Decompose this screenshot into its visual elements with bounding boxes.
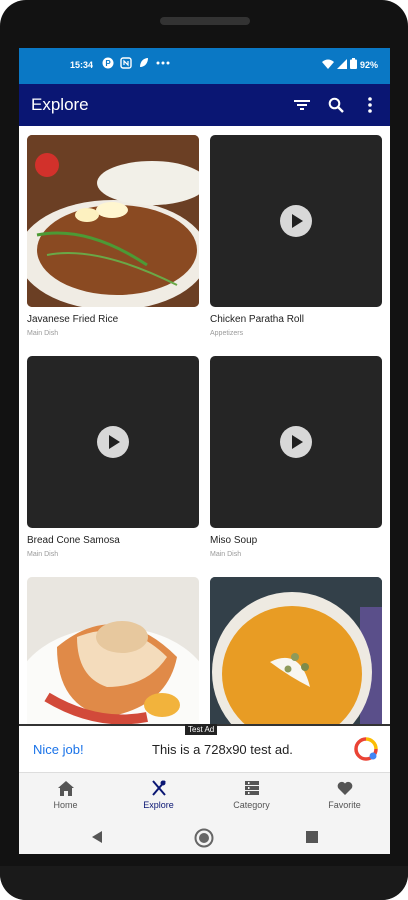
recipe-category: Appetizers (210, 330, 244, 337)
nav-label: Favorite (328, 800, 361, 810)
recipe-grid: Javanese Fried Rice Main Dish Chicken Pa… (19, 126, 390, 749)
recents-icon[interactable] (306, 830, 318, 848)
status-bar: 15:34 P 92% (19, 48, 390, 84)
bottom-nav: Home Explore Category Favorite (19, 772, 390, 823)
recipe-title: Bread Cone Samosa (27, 535, 120, 546)
battery-percent: 92% (359, 59, 378, 70)
nav-label: Home (53, 800, 78, 810)
screen: 15:34 P 92% Explore Javanese Fried Rice … (19, 48, 390, 854)
play-icon[interactable] (97, 426, 129, 458)
admob-logo-icon[interactable] (354, 737, 378, 761)
system-nav-bar (19, 822, 390, 854)
nav-item-home[interactable]: Home (19, 779, 112, 810)
recipe-card[interactable]: Chicken Paratha Roll Appetizers (210, 135, 382, 337)
battery-icon (349, 58, 357, 71)
ad-label: Test Ad (185, 724, 218, 735)
wifi-icon (321, 59, 334, 71)
play-icon[interactable] (280, 426, 312, 458)
heart-icon (298, 779, 390, 797)
home-icon (19, 779, 112, 797)
svg-text:P: P (105, 59, 111, 68)
phone-chin (0, 866, 408, 900)
recipe-card[interactable]: Miso Soup Main Dish (210, 356, 382, 558)
page-title: Explore (31, 95, 89, 114)
video-thumbnail (210, 135, 382, 307)
nav-label: Category (233, 800, 270, 810)
search-icon[interactable] (326, 95, 346, 115)
recipe-card[interactable]: Javanese Fried Rice Main Dish (27, 135, 199, 337)
ad-nice-text[interactable]: Nice job! (33, 742, 84, 757)
utensils-icon (112, 779, 205, 797)
p-badge-icon: P (102, 57, 114, 69)
more-dots-icon (156, 57, 170, 69)
leaf-icon (138, 57, 150, 69)
recipe-card[interactable]: Bread Cone Samosa Main Dish (27, 356, 199, 558)
recipe-title: Javanese Fried Rice (27, 314, 119, 325)
signal-icon (336, 58, 347, 71)
nfc-icon (120, 57, 132, 69)
recipe-image (27, 135, 199, 307)
home-button-icon[interactable] (194, 828, 214, 853)
recipe-category: Main Dish (27, 330, 59, 337)
status-time: 15:34 (70, 60, 94, 70)
speaker-grille (160, 17, 250, 25)
recipe-category: Main Dish (210, 551, 242, 558)
more-vert-icon[interactable] (360, 95, 380, 115)
video-thumbnail (210, 356, 382, 528)
filter-icon[interactable] (292, 95, 312, 115)
recipe-category: Main Dish (27, 551, 59, 558)
nav-item-favorite[interactable]: Favorite (298, 779, 390, 810)
category-icon (205, 779, 298, 797)
recipe-title: Chicken Paratha Roll (210, 314, 304, 325)
app-bar: Explore (19, 84, 390, 126)
ad-banner[interactable]: Test Ad Nice job! This is a 728x90 test … (19, 724, 390, 772)
nav-label: Explore (143, 800, 174, 810)
play-icon[interactable] (280, 205, 312, 237)
video-thumbnail (27, 356, 199, 528)
recipe-title: Miso Soup (210, 535, 258, 546)
nav-item-explore[interactable]: Explore (112, 779, 205, 810)
nav-item-category[interactable]: Category (205, 779, 298, 810)
back-icon[interactable] (91, 830, 103, 849)
ad-body-text[interactable]: This is a 728x90 test ad. (152, 742, 293, 757)
